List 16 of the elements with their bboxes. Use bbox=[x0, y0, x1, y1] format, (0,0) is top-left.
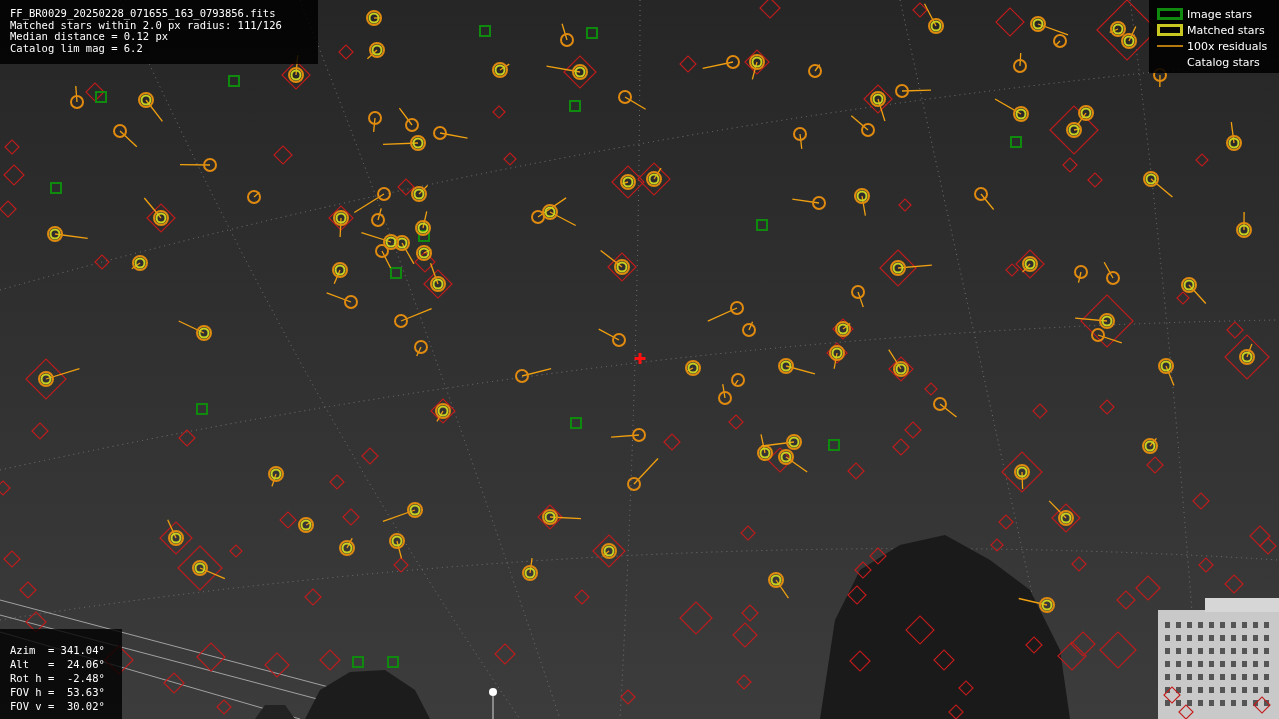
pointing-text: Alt = 24.06° bbox=[10, 657, 106, 671]
image-star-marker-icon bbox=[1157, 8, 1183, 20]
residual-line-icon bbox=[1157, 44, 1183, 48]
legend-label: Image stars bbox=[1187, 7, 1252, 21]
legend-label: Matched stars bbox=[1187, 23, 1265, 37]
pointing-text: Rot h = -2.48° bbox=[10, 671, 106, 685]
pointing-text: Azim = 341.04° bbox=[10, 643, 106, 657]
pointing-text: FOV v = 30.02° bbox=[10, 699, 106, 713]
info-text: FF_BR0029_20250228_071655_163_0793856.fits bbox=[10, 8, 277, 20]
matched-star-marker-icon bbox=[1157, 24, 1183, 36]
info-text: Matched stars within 2.0 px radius: 111/126 bbox=[10, 19, 283, 31]
legend-label: Catalog stars bbox=[1187, 55, 1260, 69]
pointing-text: FOV h = 53.63° bbox=[10, 685, 106, 699]
info-text: Median distance = 0.12 px bbox=[10, 31, 169, 43]
info-text: Catalog lim mag = 6.2 bbox=[10, 42, 144, 54]
legend-label: 100x residuals bbox=[1187, 39, 1268, 53]
